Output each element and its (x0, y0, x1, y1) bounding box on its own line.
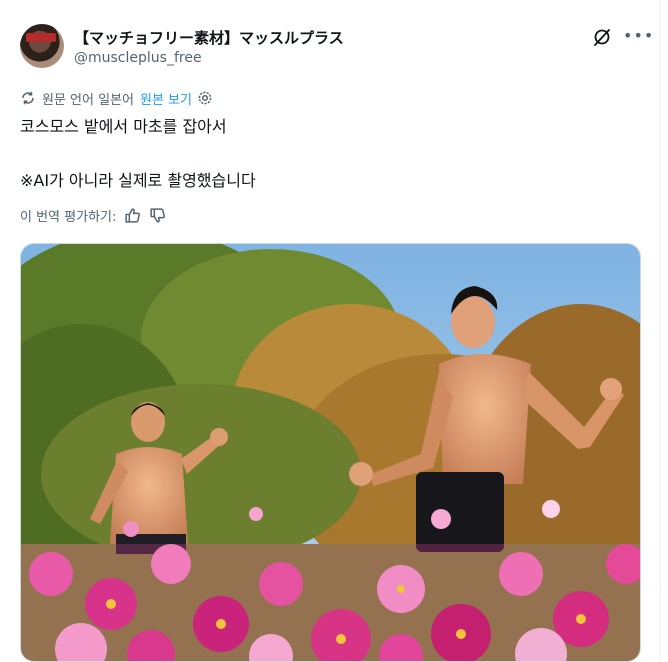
rate-translation: 이 번역 평가하기: (20, 206, 166, 225)
more-options-icon[interactable]: ••• (623, 26, 654, 45)
post-text-line-1: 코스모스 밭에서 마초를 잡아서 (20, 117, 227, 136)
post-text-line-2: ※AI가 아니라 실제로 촬영했습니다 (20, 171, 256, 190)
photo-two-men-in-cosmos-field (21, 244, 640, 661)
avatar-badge (26, 33, 56, 42)
translate-icon (22, 91, 34, 105)
translation-notice: 원문 언어 일본어 원본 보기 (20, 89, 213, 108)
show-original-link[interactable]: 원본 보기 (140, 89, 192, 108)
post-container: 【マッチョフリー素材】マッスルプラス @muscleplus_free ••• … (0, 0, 661, 662)
grok-icon[interactable] (592, 27, 612, 47)
avatar[interactable] (20, 24, 64, 68)
display-name[interactable]: 【マッチョフリー素材】マッスルプラス (74, 27, 344, 48)
post-text: 코스모스 밭에서 마초를 잡아서 ※AI가 아니라 실제로 촬영했습니다 (20, 113, 256, 194)
thumbs-down-icon[interactable] (149, 207, 166, 224)
rate-translation-label: 이 번역 평가하기: (20, 210, 117, 225)
translated-from-label: 원문 언어 일본어 (42, 92, 134, 108)
user-handle[interactable]: @muscleplus_free (74, 50, 202, 66)
post-photo[interactable] (20, 243, 641, 662)
thumbs-up-icon[interactable] (124, 207, 141, 224)
gear-icon[interactable] (197, 90, 213, 106)
